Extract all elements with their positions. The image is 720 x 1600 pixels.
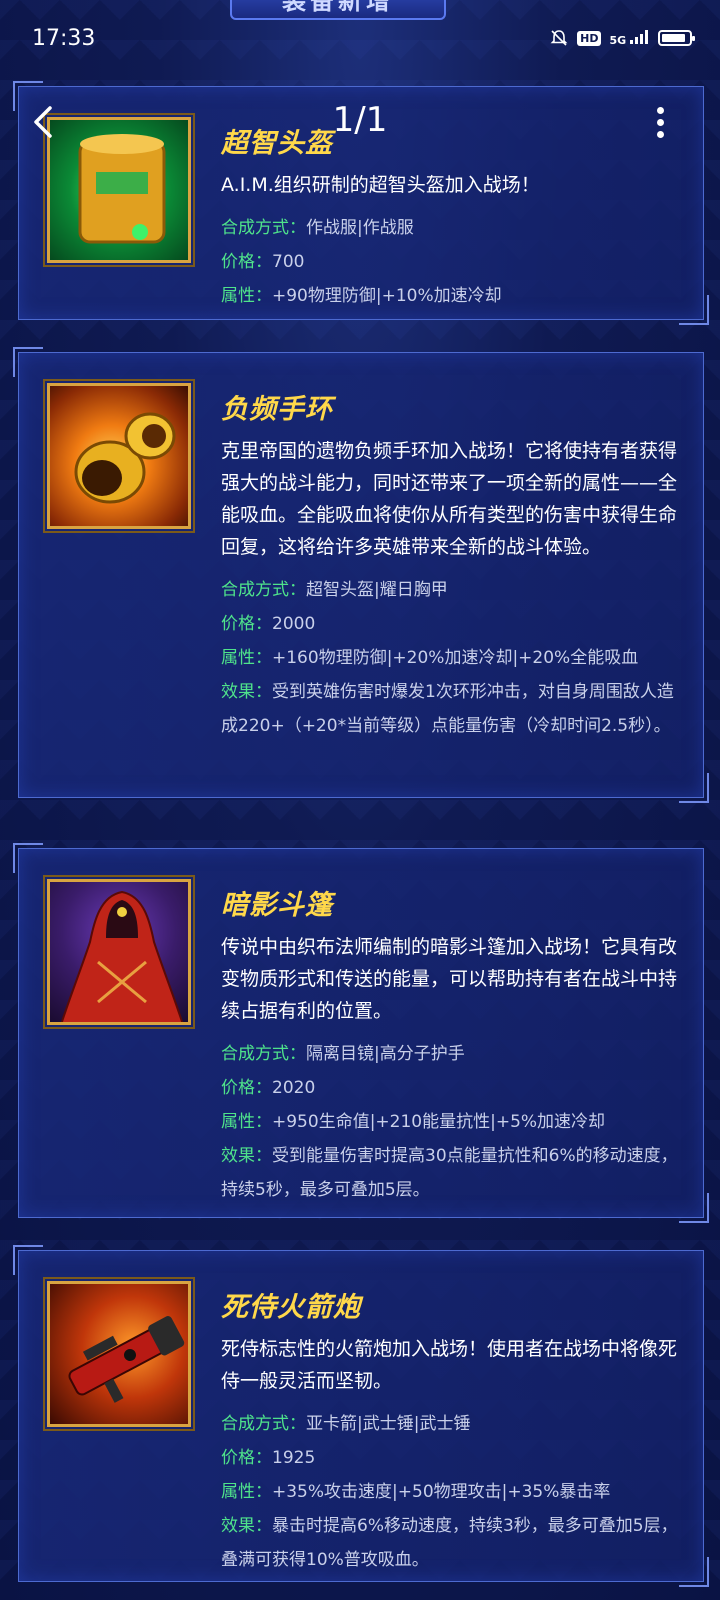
item-price: 价格：2000 [221,614,316,634]
item-title: 负频手环 [221,394,333,425]
item-effect: 效果：受到能量伤害时提高30点能量抗性和6%的移动速度，持续5秒，最多可叠加5层… [221,1146,678,1200]
item-title: 死侍火箭炮 [221,1292,361,1323]
item-craft: 合成方式：隔离目镜|高分子护手 [221,1044,465,1064]
nav-bar: 1/1 [0,96,720,148]
item-attributes: 属性：+160物理防御|+20%加速冷却|+20%全能吸血 [221,648,639,668]
item-attributes: 属性：+35%攻击速度|+50物理攻击|+35%暴击率 [221,1482,611,1502]
item-content: 超智头盔 A.I.M.组织研制的超智头盔加入战场！ 合成方式：作战服|作战服 价… [221,121,683,313]
item-title: 暗影斗篷 [221,890,333,921]
signal-bars-icon [630,29,648,44]
clock: 17:33 [32,25,96,51]
item-effect: 效果：受到英雄伤害时爆发1次环形冲击，对自身周围敌人造成220+（+20*当前等… [221,682,674,736]
network-type: 5G [609,33,627,47]
status-icons: HD 5G [549,28,695,48]
item-description: 死侍标志性的火箭炮加入战场！使用者在战场中将像死侍一般灵活而坚韧。 [221,1338,678,1392]
item-content: 暗影斗篷 传说中由织布法师编制的暗影斗篷加入战场！它具有改变物质形式和传送的能量… [221,883,683,1207]
item-content: 死侍火箭炮 死侍标志性的火箭炮加入战场！使用者在战场中将像死侍一般灵活而坚韧。 … [221,1285,683,1577]
item-attributes: 属性：+950生命值|+210能量抗性|+5%加速冷却 [221,1112,606,1132]
item-image-cloak [43,875,195,1029]
item-card: 负频手环 克里帝国的遗物负频手环加入战场！它将使持有者获得强大的战斗能力，同时还… [13,347,709,803]
more-options-icon[interactable] [652,104,668,140]
item-image-rocket [43,1277,195,1431]
signal-icon: 5G [609,29,650,47]
item-price: 价格：2020 [221,1078,316,1098]
page-indicator: 1/1 [332,100,388,140]
battery-icon [658,30,695,46]
item-content: 负频手环 克里帝国的遗物负频手环加入战场！它将使持有者获得强大的战斗能力，同时还… [221,387,683,743]
item-price: 价格：700 [221,252,305,272]
item-attributes: 属性：+90物理防御|+10%加速冷却 [221,286,502,306]
item-effect: 效果：暴击时提高6%移动速度，持续3秒，最多可叠加5层，叠满可获得10%普攻吸血… [221,1516,678,1570]
item-craft: 合成方式：超智头盔|耀日胸甲 [221,580,448,600]
item-description: 传说中由织布法师编制的暗影斗篷加入战场！它具有改变物质形式和传送的能量，可以帮助… [221,936,678,1022]
item-card: 死侍火箭炮 死侍标志性的火箭炮加入战场！使用者在战场中将像死侍一般灵活而坚韧。 … [13,1245,709,1587]
item-craft: 合成方式：作战服|作战服 [221,218,414,238]
hd-icon: HD [577,30,602,46]
item-price: 价格：1925 [221,1448,316,1468]
item-card: 暗影斗篷 传说中由织布法师编制的暗影斗篷加入战场！它具有改变物质形式和传送的能量… [13,843,709,1223]
item-craft: 合成方式：亚卡箭|武士锤|武士锤 [221,1414,471,1434]
item-description: 克里帝国的遗物负频手环加入战场！它将使持有者获得强大的战斗能力，同时还带来了一项… [221,440,678,558]
item-description: A.I.M.组织研制的超智头盔加入战场！ [221,174,540,196]
status-bar: 17:33 HD 5G [0,0,720,76]
bell-muted-icon [550,30,568,46]
item-image-bracer [43,379,195,533]
